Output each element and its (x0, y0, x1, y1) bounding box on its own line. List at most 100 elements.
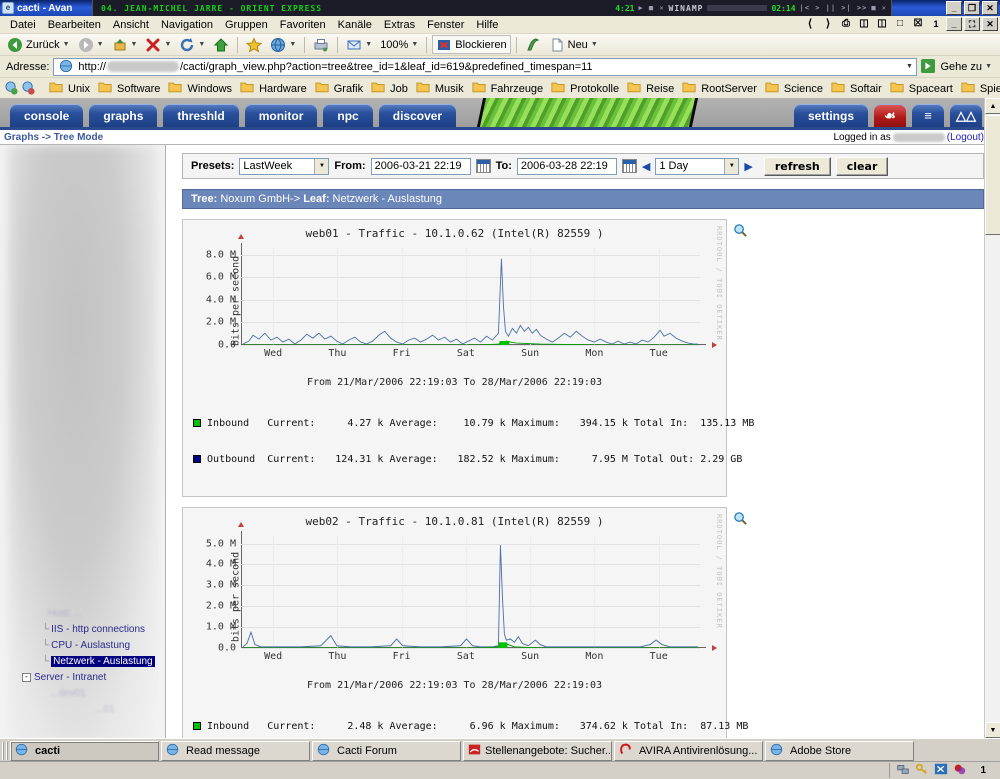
zoom-dropdown-icon[interactable]: ▼ (411, 41, 418, 48)
tab-list-icon[interactable]: ≡ (912, 104, 944, 127)
tab-console[interactable]: console (10, 104, 84, 127)
forward-button[interactable]: ▼ (75, 35, 107, 54)
back-button[interactable]: Zurück ▼ (4, 35, 73, 54)
menu-item-navigation[interactable]: Navigation (155, 17, 219, 33)
link-item-software[interactable]: Software (95, 80, 163, 98)
key-icon[interactable] (915, 762, 931, 778)
tree-item-server-intranet[interactable]: - Server - Intranet (0, 669, 165, 685)
link-item-grafik[interactable]: Grafik (312, 80, 366, 98)
links-history-icon[interactable] (21, 80, 36, 97)
tab-graph-icon[interactable]: △△ (950, 104, 982, 127)
script-button[interactable] (522, 35, 544, 54)
new-page-dropdown-icon[interactable]: ▼ (591, 41, 598, 48)
graph-card-web02[interactable]: RRDTOOL / TOBI OETIKER web02 - Traffic -… (182, 507, 748, 738)
menu-item-gruppen[interactable]: Gruppen (219, 17, 274, 33)
popup-blocker-button[interactable]: Blockieren (432, 35, 511, 54)
tree-item-netzwerk-auslastung[interactable]: └ Netzwerk - Auslastung (0, 653, 165, 669)
clear-button[interactable]: clear (835, 156, 889, 176)
winamp-close-icon[interactable]: ■ ✕ (871, 4, 887, 12)
winamp-seek-bar[interactable] (707, 5, 768, 11)
link-item-unix[interactable]: Unix (46, 80, 93, 98)
taskbar-item-cacti[interactable]: cacti (10, 741, 159, 761)
split-vertical-icon[interactable]: ◫ (874, 17, 890, 31)
graph-zoom-icon[interactable] (733, 223, 749, 239)
network-icon[interactable] (896, 762, 912, 778)
link-item-rootserver[interactable]: RootServer (679, 80, 760, 98)
stop-dropdown-icon[interactable]: ▼ (164, 41, 171, 48)
tab-settings[interactable]: settings (793, 104, 868, 127)
stop-button[interactable]: ▼ (142, 35, 174, 54)
link-item-science[interactable]: Science (762, 80, 826, 98)
up-dropdown-icon[interactable]: ▼ (131, 41, 138, 48)
tree-item-cpu[interactable]: └ CPU - Auslastung (0, 637, 165, 653)
mail-dropdown-icon[interactable]: ▼ (365, 41, 372, 48)
tree-item-host[interactable]: Host: ... (0, 605, 165, 621)
graph-zoom-icon[interactable] (733, 511, 749, 527)
link-item-musik[interactable]: Musik (413, 80, 467, 98)
graph-card-web01[interactable]: RRDTOOL / TOBI OETIKER web01 - Traffic -… (182, 219, 754, 497)
new-page-button[interactable]: Neu ▼ (546, 35, 601, 54)
refresh-button[interactable]: ▼ (176, 35, 208, 54)
link-item-spaceart[interactable]: Spaceart (887, 80, 956, 98)
menu-item-datei[interactable]: Datei (4, 17, 42, 33)
close-tab-icon[interactable]: ☒ (910, 17, 926, 31)
menu-item-bearbeiten[interactable]: Bearbeiten (42, 17, 107, 33)
winamp-transport-controls[interactable]: |< > || >| >> (800, 4, 868, 12)
logout-link[interactable]: (Logout) (947, 132, 984, 143)
from-calendar-icon[interactable] (475, 159, 491, 173)
from-input[interactable]: 2006-03-21 22:19 (370, 157, 471, 175)
page-scrollbar[interactable]: ▲ ▼ (984, 98, 1000, 738)
address-input[interactable]: http:// /cacti/graph_view.php?action=tre… (53, 57, 918, 76)
winamp-prev-icon[interactable]: ▶ ■ ✕ (638, 4, 664, 12)
chevron-down-icon[interactable]: ▼ (724, 158, 739, 174)
menu-item-extras[interactable]: Extras (378, 17, 421, 33)
up-button[interactable]: ▼ (109, 35, 141, 54)
menu-item-ansicht[interactable]: Ansicht (107, 17, 155, 33)
tab-npc[interactable]: npc (323, 104, 373, 127)
window-minimize-button[interactable]: _ (946, 1, 962, 15)
back-dropdown-icon[interactable]: ▼ (63, 41, 70, 48)
shift-right-icon[interactable]: ▶ (744, 160, 752, 173)
interval-select[interactable]: 1 Day ▼ (655, 157, 740, 175)
taskbar-item-adobe-store[interactable]: Adobe Store (765, 741, 914, 761)
zoom-control[interactable]: 100% ▼ (377, 35, 421, 54)
window-close-button[interactable]: ✕ (982, 1, 998, 15)
split-horizontal-icon[interactable]: ◫ (856, 17, 872, 31)
menu-item-kanaele[interactable]: Kanäle (332, 17, 378, 33)
tree-item-dev01[interactable]: ...dev01 (0, 685, 165, 701)
window-restore-button[interactable]: ❐ (964, 1, 980, 15)
refresh-dropdown-icon[interactable]: ▼ (198, 41, 205, 48)
winamp-toolbar[interactable]: 04. JEAN-MICHEL JARRE - ORIENT EXPRESS 4… (92, 0, 892, 16)
link-item-reise[interactable]: Reise (624, 80, 677, 98)
address-dropdown-icon[interactable]: ▼ (902, 63, 916, 70)
print-button[interactable] (310, 35, 332, 54)
inner-minimize-button[interactable]: _ (946, 17, 962, 31)
taskbar-grip[interactable] (2, 742, 8, 760)
taskbar-item-cacti-forum[interactable]: Cacti Forum (312, 741, 461, 761)
link-item-fahrzeuge[interactable]: Fahrzeuge (469, 80, 547, 98)
shift-left-icon[interactable]: ◀ (642, 160, 650, 173)
to-calendar-icon[interactable] (621, 159, 637, 173)
to-input[interactable]: 2006-03-28 22:19 (516, 157, 617, 175)
tree-item-iis[interactable]: └ IIS - http connections (0, 621, 165, 637)
history-dropdown-icon[interactable]: ▼ (289, 41, 296, 48)
link-icon[interactable]: ⎙ (838, 17, 854, 31)
prev-tab-icon[interactable]: ⟨ (802, 17, 818, 31)
next-tab-icon[interactable]: ⟩ (820, 17, 836, 31)
scroll-down-button[interactable]: ▼ (985, 722, 1000, 738)
status-resize-grip[interactable] (4, 763, 18, 777)
inner-close-button[interactable]: ✕ (982, 17, 998, 31)
tab-tree-icon[interactable]: ☙ (874, 104, 906, 127)
go-button[interactable]: Gehe zu ▼ (921, 58, 998, 75)
taskbar-item-stellenangebote[interactable]: Stellenangebote: Sucher... (463, 741, 612, 761)
favorites-button[interactable] (243, 35, 265, 54)
home-button[interactable] (210, 35, 232, 54)
scroll-up-button[interactable]: ▲ (985, 98, 1000, 114)
taskbar-item-avira[interactable]: AVIRA Antivirenlösung... (614, 741, 763, 761)
tab-discover[interactable]: discover (378, 104, 457, 127)
tab-graphs[interactable]: graphs (89, 104, 158, 127)
presets-select[interactable]: LastWeek ▼ (239, 157, 330, 175)
forward-dropdown-icon[interactable]: ▼ (97, 41, 104, 48)
tree-item-other[interactable]: ...01 (0, 701, 165, 717)
link-item-windows[interactable]: Windows (165, 80, 235, 98)
